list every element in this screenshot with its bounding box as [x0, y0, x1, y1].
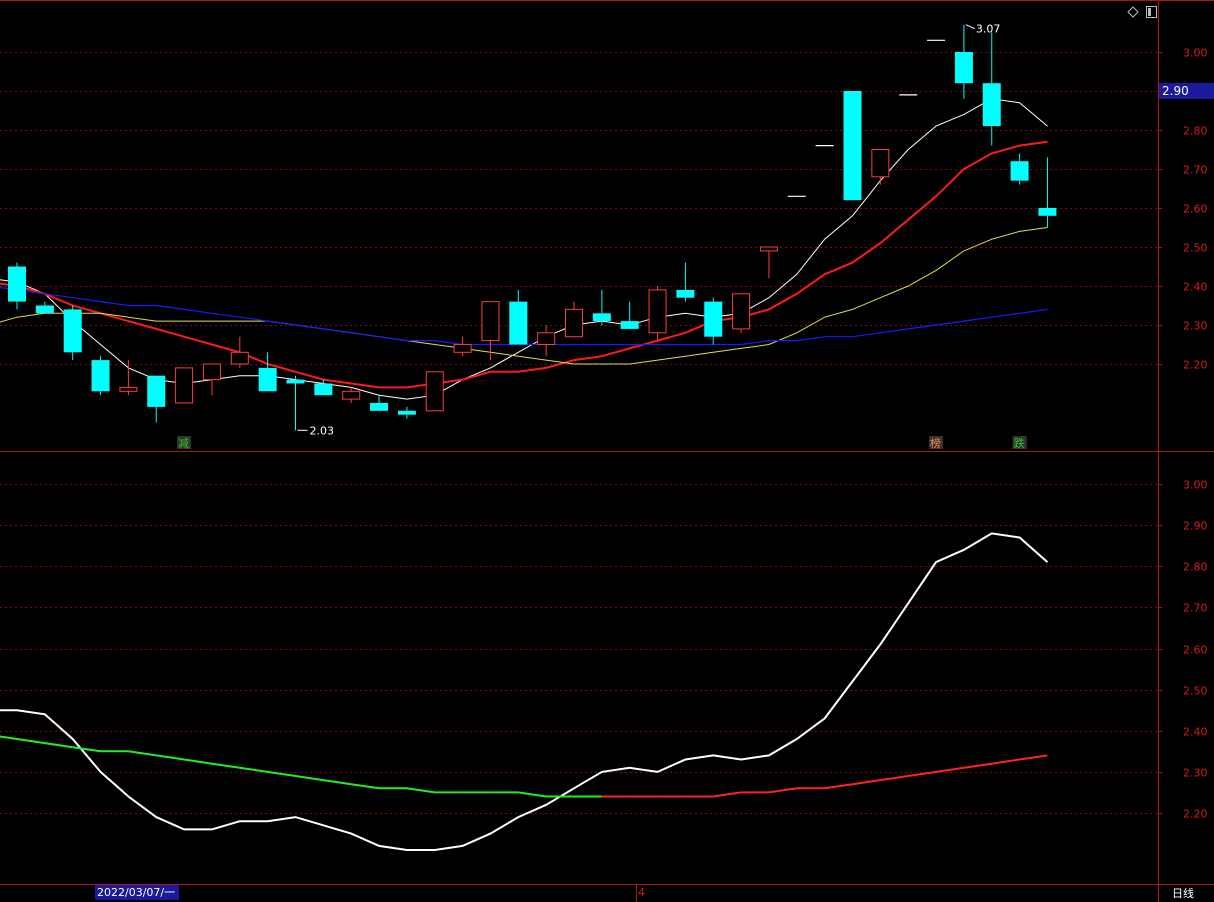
signal-marker: 榜	[930, 436, 941, 450]
candle	[425, 371, 444, 412]
price-tick-label: 2.70	[1183, 164, 1208, 177]
price-tick-label: 2.60	[1183, 203, 1208, 216]
signal-marker: 跌	[1014, 436, 1025, 450]
candle	[175, 367, 194, 404]
current-price-label: 2.90	[1162, 84, 1189, 98]
price-tick-label: 2.30	[1183, 320, 1208, 333]
month-marker: 4	[638, 886, 645, 899]
candle	[648, 286, 667, 341]
price-tick-label: 2.80	[1183, 125, 1208, 138]
period-label[interactable]: 日线	[1172, 886, 1194, 900]
stock-chart: 3.00 2.90 2.80 2.70 2.60 2.50 2.40 2.30 2.20 3.00…	[0, 0, 1214, 902]
candle	[91, 356, 110, 396]
candle	[843, 91, 862, 201]
indicator-tick-label: 2.60	[1183, 644, 1208, 657]
indicator-tick-label: 3.00	[1183, 479, 1208, 492]
low-price-label: 2.03	[310, 424, 335, 437]
price-tick-label: 2.50	[1183, 242, 1208, 255]
signal-marker: 减	[178, 437, 189, 450]
indicator-tick-label: 2.70	[1183, 602, 1208, 615]
date-label: 2022/03/07/一	[97, 886, 175, 899]
indicator-tick-label: 2.20	[1183, 808, 1208, 821]
indicator-tick-label: 2.90	[1183, 520, 1208, 533]
price-tick-label: 2.40	[1183, 281, 1208, 294]
indicator-tick-label: 2.40	[1183, 726, 1208, 739]
indicator-tick-label: 2.80	[1183, 561, 1208, 574]
candle	[732, 293, 751, 333]
indicator-tick-label: 2.50	[1183, 685, 1208, 698]
price-tick-label: 3.00	[1183, 47, 1208, 60]
indicator-tick-label: 2.30	[1183, 767, 1208, 780]
high-price-label: 3.07	[976, 23, 1001, 36]
candle	[63, 305, 82, 361]
price-tick-label: 2.20	[1183, 359, 1208, 372]
